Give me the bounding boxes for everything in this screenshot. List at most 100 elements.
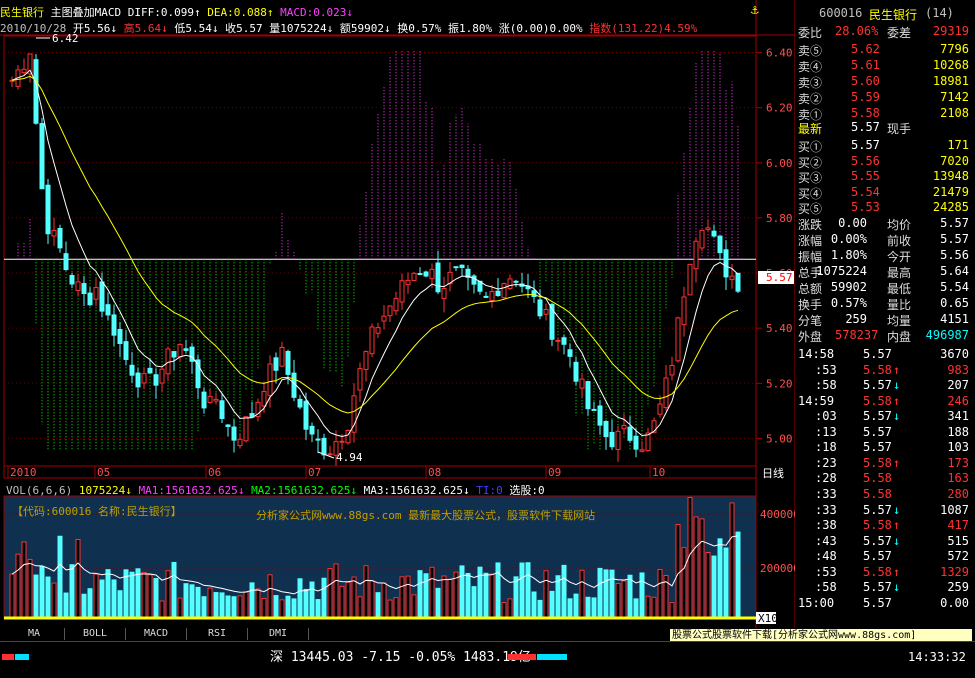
volume-bar xyxy=(651,596,657,619)
tick-price: 5.57 xyxy=(863,440,892,455)
candle-body xyxy=(621,425,627,430)
tick-price: 5.58 xyxy=(863,471,892,486)
volume-bar xyxy=(615,583,621,619)
buy-row[interactable]: 买① 5.57 171 xyxy=(795,138,975,155)
candle-body xyxy=(597,405,603,426)
price-axis-label: 6.40 xyxy=(766,47,793,60)
candle-body xyxy=(315,438,321,441)
stat-label-2: 量比 xyxy=(887,298,912,312)
candle-body xyxy=(177,343,183,358)
candle-body xyxy=(609,431,615,448)
tick-row: :23 5.58 ↑ 173 xyxy=(795,456,975,473)
tick-time: :58 xyxy=(815,580,837,595)
candle-body xyxy=(543,308,549,315)
candle-body xyxy=(591,408,597,411)
stock-code: 600016 xyxy=(819,6,863,20)
stat-value: 0.57% xyxy=(830,296,867,310)
candle-body xyxy=(39,123,45,190)
tick-row: 15:00 5.57 0.00 xyxy=(795,596,975,613)
volume-bar xyxy=(15,553,21,619)
stat-label-2: 最低 xyxy=(887,282,912,296)
stat-value-2: 5.64 xyxy=(940,264,969,278)
tick-price: 5.58 xyxy=(863,455,892,470)
sell-volume: 10268 xyxy=(932,58,969,72)
buy-label: 买② xyxy=(798,155,823,170)
tab-macd[interactable]: MACD xyxy=(126,628,187,640)
candle-body xyxy=(363,351,369,370)
candle-body xyxy=(573,361,579,382)
volume-bar xyxy=(513,576,519,619)
candle-body xyxy=(435,262,441,293)
volume-bar xyxy=(321,577,327,619)
candle-body xyxy=(663,377,669,409)
candle-body xyxy=(141,373,147,384)
tick-volume: 280 xyxy=(947,486,969,501)
volume-bar xyxy=(609,569,615,619)
tick-time: :33 xyxy=(815,502,837,517)
candle-body xyxy=(639,449,645,452)
price-axis-label: 6.00 xyxy=(766,157,793,170)
tick-volume: 246 xyxy=(947,393,969,408)
stat-row: 振幅 1.80% 今开 5.56 xyxy=(795,248,975,265)
tab-boll[interactable]: BOLL xyxy=(65,628,126,640)
stat-value-2: 5.57 xyxy=(940,232,969,246)
tick-row: :53 5.58 ↑ 983 xyxy=(795,363,975,380)
amplitude-label: 振1.80% xyxy=(447,22,493,35)
kline-chart[interactable]: 6.406.206.005.805.605.405.205.0020100506… xyxy=(0,0,795,628)
buy-row[interactable]: 买⑤ 5.53 24285 xyxy=(795,200,975,217)
volume-bar xyxy=(129,571,135,619)
market-pct: -0.05% xyxy=(408,650,456,665)
candle-body xyxy=(123,341,129,360)
tick-price: 5.58 xyxy=(863,393,892,408)
change-label: 涨(0.00)0.00% xyxy=(498,22,583,35)
volume-bar xyxy=(561,564,567,619)
candle-body xyxy=(579,378,585,389)
tick-volume: 983 xyxy=(947,362,969,377)
volume-bar xyxy=(387,599,393,619)
ad-text[interactable]: 分析家公式网www.88gs.com 最新最大股票公式，股票软件下载网站 xyxy=(256,507,595,523)
volume-bar xyxy=(633,598,639,619)
tab-ma[interactable]: MA xyxy=(4,628,65,640)
tick-arrow: ↓ xyxy=(893,533,901,548)
sell-row[interactable]: 卖③ 5.60 18981 xyxy=(795,74,975,91)
current-price-tag: 5.57 xyxy=(766,271,793,284)
tab-rsi[interactable]: RSI xyxy=(187,628,248,640)
volume-bar xyxy=(417,570,423,619)
volume-bar xyxy=(621,580,627,619)
tick-row: :48 5.57 572 xyxy=(795,549,975,566)
volume-bar xyxy=(207,587,213,619)
volume-bar xyxy=(693,516,699,619)
anchor-icon[interactable]: ⚓ xyxy=(751,4,765,18)
buy-row[interactable]: 买② 5.56 7020 xyxy=(795,154,975,171)
volume-bar xyxy=(705,551,711,619)
buy-row[interactable]: 买④ 5.54 21479 xyxy=(795,185,975,202)
buy-label: 买④ xyxy=(798,186,823,201)
volume-bar xyxy=(573,593,579,619)
tab-dmi[interactable]: DMI xyxy=(248,628,309,640)
sell-row[interactable]: 卖④ 5.61 10268 xyxy=(795,58,975,75)
candle-body xyxy=(291,372,297,398)
tick-price: 5.58 xyxy=(863,564,892,579)
volume-bar xyxy=(507,598,513,619)
volume-bar xyxy=(681,547,687,619)
quote-panel: 600016 民生银行 (14) 委比 28.06% 委差 29319 卖⑤ 5… xyxy=(795,0,975,640)
volume-bar xyxy=(537,599,543,619)
time-axis-label: 05 xyxy=(97,466,110,479)
tick-time: :38 xyxy=(815,518,837,533)
tick-time: :23 xyxy=(815,455,837,470)
sell-row[interactable]: 卖② 5.59 7142 xyxy=(795,90,975,107)
buy-row[interactable]: 买③ 5.55 13948 xyxy=(795,169,975,186)
code-label: 【代码:600016 名称:民生银行】 xyxy=(12,505,182,518)
period-label: 日线 xyxy=(762,466,784,480)
candle-body xyxy=(231,426,237,441)
stat-value-2: 5.57 xyxy=(940,216,969,230)
candle-body xyxy=(309,425,315,435)
candle-body xyxy=(603,420,609,438)
stat-label: 总额 xyxy=(798,282,823,296)
candle-body xyxy=(513,280,519,283)
volume-bar xyxy=(105,569,111,619)
buy-price: 5.55 xyxy=(851,169,880,183)
tick-row: :58 5.57 ↓ 259 xyxy=(795,580,975,597)
sell-row[interactable]: 卖⑤ 5.62 7796 xyxy=(795,42,975,59)
candle-body xyxy=(279,347,285,367)
